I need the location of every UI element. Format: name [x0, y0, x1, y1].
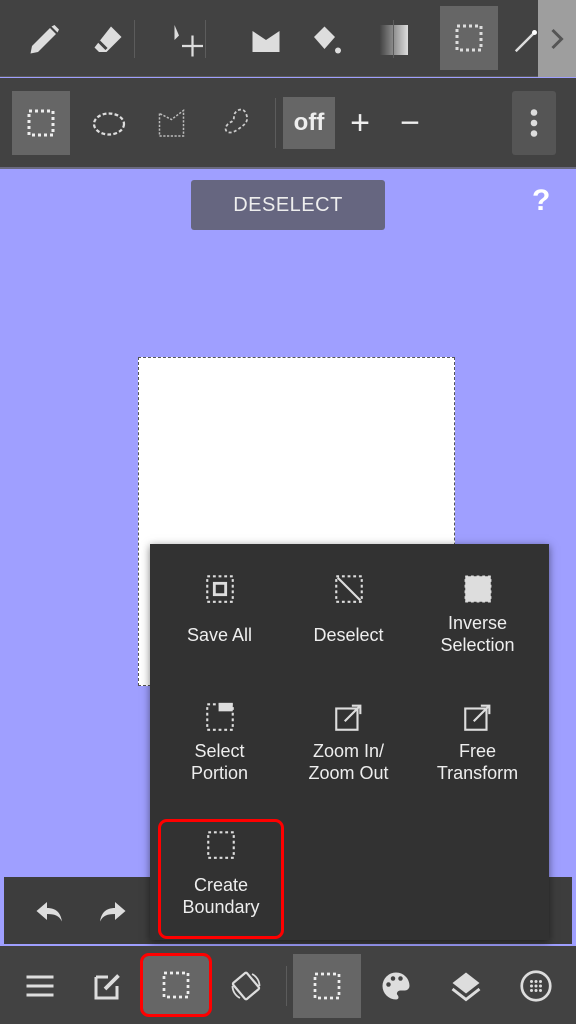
- more-options-icon[interactable]: [512, 91, 556, 155]
- selection-icon[interactable]: [140, 953, 212, 1017]
- lasso-select-icon[interactable]: [212, 102, 262, 146]
- eraser-icon[interactable]: [86, 20, 130, 60]
- menu-item-inverse-selection[interactable]: Inverse Selection: [413, 544, 542, 672]
- selection-menu: Save All Deselect Inverse Selection Sele…: [150, 544, 549, 940]
- zoom-icon: [334, 704, 361, 731]
- materials-icon[interactable]: [514, 964, 558, 1008]
- select-portion-icon: [205, 702, 234, 731]
- menu-item-create-boundary[interactable]: Create Boundary: [158, 819, 284, 939]
- create-boundary-icon: [207, 831, 235, 859]
- pen-icon[interactable]: [22, 20, 66, 60]
- bucket-icon[interactable]: [304, 20, 348, 60]
- rotate-icon[interactable]: [222, 964, 270, 1008]
- selection-icon[interactable]: [440, 6, 498, 70]
- menu-item-zoom[interactable]: Zoom In/ Zoom Out: [284, 672, 413, 800]
- chevron-right-icon[interactable]: [538, 0, 576, 77]
- deselect-icon: [334, 575, 363, 603]
- add-mode-button[interactable]: +: [340, 97, 380, 149]
- edit-icon[interactable]: [86, 964, 130, 1008]
- fill-shape-icon[interactable]: [244, 20, 288, 60]
- gradient-icon[interactable]: [372, 20, 416, 60]
- mode-off-toggle[interactable]: off: [283, 97, 335, 149]
- menu-item-free-transform[interactable]: Free Transform: [413, 672, 542, 800]
- menu-item-select-portion[interactable]: Select Portion: [155, 672, 284, 800]
- rect-select-icon[interactable]: [12, 91, 70, 155]
- undo-icon[interactable]: [28, 891, 72, 931]
- layers-icon[interactable]: [444, 964, 488, 1008]
- redo-icon[interactable]: [90, 891, 134, 931]
- subtract-mode-button[interactable]: −: [390, 97, 430, 149]
- save-all-icon: [205, 575, 234, 603]
- menu-icon[interactable]: [18, 964, 62, 1008]
- inverse-selection-icon: [464, 575, 491, 603]
- help-icon[interactable]: ?: [532, 184, 550, 218]
- selection-toolbar: off + −: [0, 78, 576, 169]
- main-toolbar: [0, 0, 576, 77]
- menu-item-deselect[interactable]: Deselect: [284, 544, 413, 672]
- ellipse-select-icon[interactable]: [84, 102, 134, 146]
- bottom-toolbar: [0, 946, 576, 1024]
- deselect-button[interactable]: DESELECT: [191, 180, 385, 230]
- selection-layer-icon[interactable]: [293, 954, 361, 1018]
- free-transform-icon: [463, 704, 490, 731]
- menu-item-save-all[interactable]: Save All: [155, 544, 284, 672]
- polygon-select-icon[interactable]: [148, 102, 198, 146]
- palette-icon[interactable]: [374, 964, 418, 1008]
